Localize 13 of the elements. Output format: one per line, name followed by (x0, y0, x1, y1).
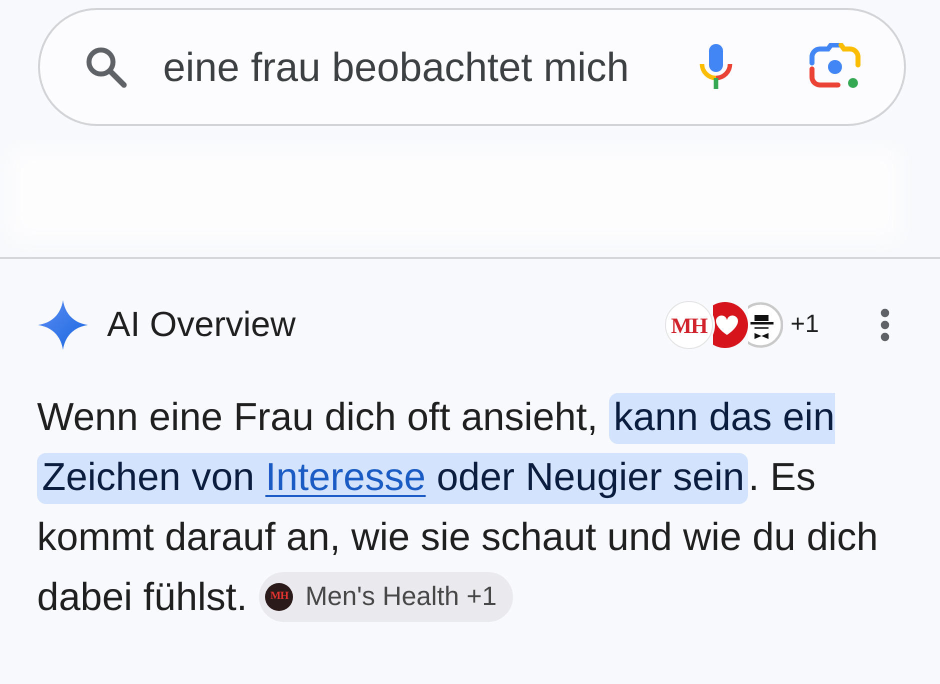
camera-icon[interactable] (808, 43, 862, 91)
more-sources-count: +1 (790, 309, 819, 340)
source-logo[interactable]: MH (664, 301, 713, 349)
citation-chip[interactable]: MH Men's Health +1 (259, 572, 513, 622)
sparkle-icon (38, 300, 88, 350)
overview-title: AI Overview (107, 304, 296, 346)
search-field[interactable]: eine frau beobachtet mich (38, 8, 906, 126)
source-logo: MH (265, 582, 294, 611)
heart-logo-icon[interactable] (712, 302, 748, 348)
more-options-icon[interactable] (879, 308, 891, 342)
inline-link[interactable]: Interesse (265, 453, 426, 504)
hat-logo-icon[interactable] (748, 302, 784, 348)
search-icon[interactable] (85, 46, 127, 88)
